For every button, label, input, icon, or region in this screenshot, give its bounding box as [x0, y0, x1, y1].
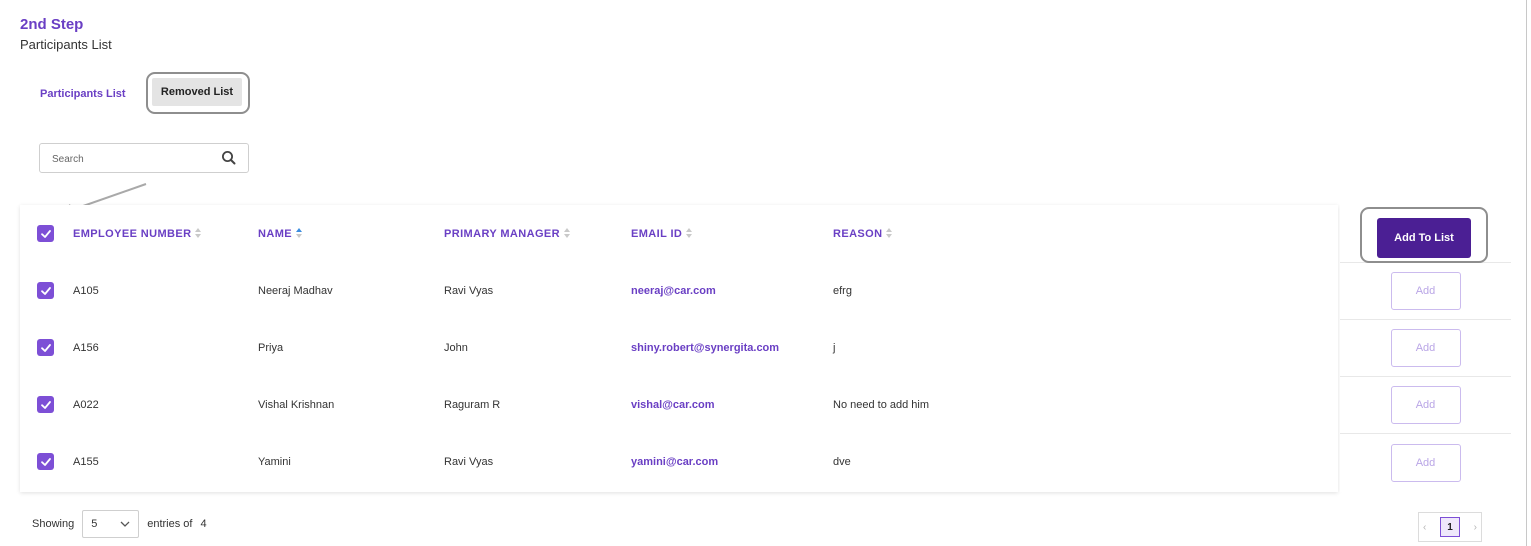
add-row: Add	[1340, 263, 1511, 320]
cell-manager: Raguram R	[444, 398, 501, 411]
cell-manager: Ravi Vyas	[444, 455, 494, 468]
row-checkbox[interactable]	[37, 396, 54, 413]
cell-employee-number: A155	[73, 455, 99, 468]
cell-email[interactable]: neeraj@car.com	[631, 262, 716, 319]
table-row: A155 Yamini Ravi Vyas yamini@car.com dve	[20, 433, 1338, 490]
cell-name: Vishal Krishnan	[258, 398, 335, 411]
table-row: A022 Vishal Krishnan Raguram R vishal@car.c…	[20, 376, 1338, 433]
add-to-list-highlight: Add To List	[1360, 207, 1488, 263]
add-actions-column: Add To List Add Add Add Add	[1340, 205, 1511, 492]
cell-email[interactable]: vishal@car.com	[631, 376, 715, 433]
cell-name: Yamini	[258, 455, 291, 468]
column-header-primary-manager[interactable]: PRIMARY MANAGER	[444, 205, 571, 262]
page-right-border	[1526, 0, 1527, 546]
prev-page-icon[interactable]: ‹	[1423, 522, 1426, 533]
cell-reason: dve	[833, 455, 851, 468]
cell-reason: No need to add him	[833, 398, 930, 411]
cell-manager: John	[444, 341, 468, 354]
page-size-value: 5	[91, 518, 98, 530]
total-count: 4	[200, 518, 207, 530]
sort-asc-icon	[296, 228, 303, 239]
cell-manager: Ravi Vyas	[444, 284, 494, 297]
sort-icon	[886, 228, 893, 239]
search-icon[interactable]	[220, 149, 238, 167]
cell-employee-number: A105	[73, 284, 99, 297]
row-checkbox[interactable]	[37, 339, 54, 356]
sort-icon	[564, 228, 571, 239]
search-box	[39, 143, 249, 173]
table-footer: Showing 5 entries of 4 ‹ 1 ›	[20, 497, 1511, 546]
step-title: 2nd Step	[20, 16, 84, 33]
page-size-select[interactable]: 5	[82, 510, 140, 538]
add-button[interactable]: Add	[1390, 272, 1461, 310]
column-header-employee-number[interactable]: EMPLOYEE NUMBER	[73, 205, 202, 262]
participants-table: EMPLOYEE NUMBER NAME PRIMARY MANAGER EMA…	[20, 205, 1338, 492]
tab-participants-list[interactable]: Participants List	[40, 88, 126, 100]
add-to-list-button[interactable]: Add To List	[1377, 218, 1471, 258]
entries-label: entries of	[147, 518, 193, 530]
sort-icon	[195, 228, 202, 239]
column-header-name[interactable]: NAME	[258, 205, 303, 262]
showing-label: Showing	[32, 518, 75, 530]
table-header-row: EMPLOYEE NUMBER NAME PRIMARY MANAGER EMA…	[20, 205, 1338, 262]
tab-removed-list[interactable]: Removed List	[152, 78, 242, 106]
add-row: Add	[1340, 377, 1511, 434]
cell-employee-number: A022	[73, 398, 99, 411]
add-row: Add	[1340, 320, 1511, 377]
cell-reason: j	[833, 341, 836, 354]
add-button[interactable]: Add	[1390, 386, 1461, 424]
sort-icon	[686, 228, 693, 239]
step-subtitle: Participants List	[20, 37, 112, 52]
cell-email[interactable]: yamini@car.com	[631, 433, 718, 490]
add-button[interactable]: Add	[1390, 443, 1461, 482]
add-to-list-row: Add To List	[1340, 205, 1511, 263]
entries-info: Showing 5 entries of 4	[32, 510, 207, 538]
column-header-reason[interactable]: REASON	[833, 205, 893, 262]
removed-list-highlight: Removed List	[146, 72, 250, 114]
pagination: ‹ 1 ›	[1418, 512, 1482, 542]
add-row: Add	[1340, 434, 1511, 491]
cell-reason: efrg	[833, 284, 852, 297]
column-header-email-id[interactable]: EMAIL ID	[631, 205, 693, 262]
chevron-down-icon	[120, 521, 130, 527]
cell-email[interactable]: shiny.robert@synergita.com	[631, 319, 779, 376]
cell-name: Priya	[258, 341, 284, 354]
pointer-arrow-icon	[50, 183, 147, 220]
table-row: A105 Neeraj Madhav Ravi Vyas neeraj@car.com…	[20, 262, 1338, 319]
select-all-checkbox[interactable]	[37, 225, 54, 242]
cell-name: Neeraj Madhav	[258, 284, 333, 297]
search-input[interactable]	[52, 150, 212, 168]
cell-employee-number: A156	[73, 341, 99, 354]
list-tabs: Participants List Removed List	[40, 72, 250, 114]
next-page-icon[interactable]: ›	[1474, 522, 1477, 533]
row-checkbox[interactable]	[37, 282, 54, 299]
page-number-current[interactable]: 1	[1440, 517, 1460, 537]
table-row: A156 Priya John shiny.robert@synergita.com j	[20, 319, 1338, 376]
row-checkbox[interactable]	[37, 453, 54, 470]
add-button[interactable]: Add	[1390, 329, 1461, 367]
